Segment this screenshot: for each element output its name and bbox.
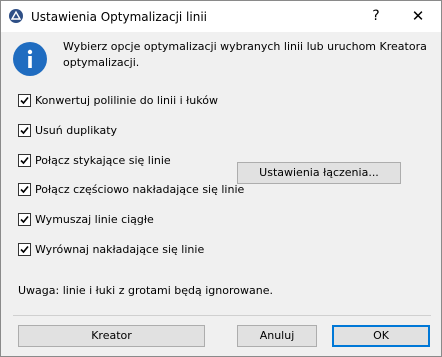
checkbox[interactable]: [18, 153, 31, 167]
option-label: Usuń duplikaty: [35, 123, 118, 137]
separator: [13, 315, 431, 316]
option-join-overlapping[interactable]: Połącz częściowo nakładające się linie: [18, 181, 244, 197]
option-label: Połącz stykające się linie: [35, 153, 171, 167]
connect-settings-button[interactable]: Ustawienia łączenia...: [237, 162, 401, 184]
ok-button[interactable]: OK: [332, 325, 430, 347]
option-join-touching[interactable]: Połącz stykające się linie: [18, 152, 171, 168]
title-bar[interactable]: Ustawienia Optymalizacji linii ? ✕: [1, 1, 441, 32]
option-convert-polylines[interactable]: Konwertuj polilinie do linii i łuków: [18, 92, 218, 108]
option-label: Połącz częściowo nakładające się linie: [35, 182, 245, 196]
option-label: Wyrównaj nakładające się linie: [35, 242, 205, 256]
checkbox[interactable]: [18, 123, 31, 137]
checkbox[interactable]: [18, 93, 31, 107]
help-button[interactable]: ?: [361, 4, 391, 28]
app-logo-icon: [9, 9, 23, 23]
info-icon: [13, 42, 47, 76]
close-button[interactable]: ✕: [403, 4, 433, 28]
option-align-overlapping[interactable]: Wyrównaj nakładające się linie: [18, 241, 204, 257]
option-force-continuous[interactable]: Wymuszaj linie ciągłe: [18, 211, 154, 227]
checkbox[interactable]: [18, 182, 31, 196]
cancel-button[interactable]: Anuluj: [237, 325, 317, 347]
option-remove-duplicates[interactable]: Usuń duplikaty: [18, 122, 117, 138]
checkbox[interactable]: [18, 242, 31, 256]
option-label: Wymuszaj linie ciągłe: [35, 212, 154, 226]
checkbox[interactable]: [18, 212, 31, 226]
window-title: Ustawienia Optymalizacji linii: [31, 10, 207, 24]
warning-note: Uwaga: linie i łuki z grotami będą ignor…: [18, 284, 273, 297]
dialog-window: Ustawienia Optymalizacji linii ? ✕ Wybie…: [0, 0, 442, 357]
intro-text: Wybierz opcje optymalizacji wybranych li…: [63, 40, 427, 69]
wizard-button[interactable]: Kreator: [18, 325, 205, 347]
option-label: Konwertuj polilinie do linii i łuków: [35, 93, 218, 107]
